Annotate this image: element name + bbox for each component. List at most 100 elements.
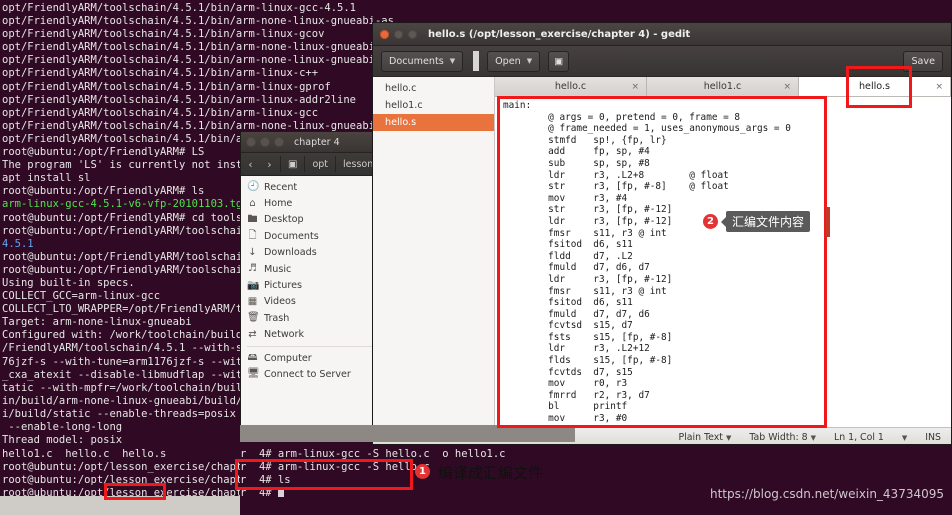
close-icon[interactable]: [380, 29, 389, 39]
insert-mode-label: INS: [925, 432, 941, 443]
gedit-titlebar: hello.s (/opt/lesson_exercise/chapter 4)…: [373, 23, 951, 46]
annotation-box-hello-s-file: [104, 483, 166, 500]
place-item-documents[interactable]: 🗋 Documents: [241, 228, 380, 244]
chevron-down-icon: ▼: [526, 57, 533, 65]
minimize-icon[interactable]: [394, 29, 403, 39]
document-item-hello-s[interactable]: hello.s: [373, 114, 494, 131]
document-item-hello-c[interactable]: hello.c: [373, 80, 494, 97]
tab-hello-c[interactable]: hello.c ×: [495, 77, 647, 96]
open-button[interactable]: Open ▼: [487, 50, 541, 72]
documents-button-label: Documents: [389, 55, 444, 67]
annotation-box-tab-hello-s: [846, 66, 912, 108]
language-selector[interactable]: Plain Text ▼: [678, 432, 731, 443]
place-item-label: Videos: [264, 296, 296, 308]
cursor-position-label: Ln 1, Col 1: [833, 432, 884, 443]
place-item-desktop[interactable]: 🖿 Desktop: [241, 212, 380, 228]
open-button-label: Open: [495, 55, 521, 67]
back-icon[interactable]: ‹: [241, 158, 260, 171]
save-button-label: Save: [911, 56, 935, 67]
annotation-badge-2: 2: [703, 214, 718, 229]
place-item-music[interactable]: ♬ Music: [241, 261, 380, 277]
place-item-label: Home: [264, 198, 293, 210]
terminal-line: opt/FriendlyARM/toolschain/4.5.1/bin/arm…: [2, 2, 357, 14]
place-item-label: Computer: [264, 352, 312, 364]
place-item-label: Connect to Server: [264, 368, 351, 380]
videos-icon: ▦: [247, 295, 258, 307]
annotation-bar-callout: [826, 207, 830, 237]
window-title: hello.s (/opt/lesson_exercise/chapter 4)…: [428, 28, 691, 40]
desktop-icon: 🖿: [247, 213, 258, 225]
terminal-line: hello1.c hello.c hello.s: [2, 448, 167, 460]
location-entry-icon[interactable]: ▣: [282, 159, 303, 170]
insert-mode: INS: [925, 432, 941, 443]
place-item-network[interactable]: ⇄ Network: [241, 327, 380, 343]
place-item-computer[interactable]: 🖴 Computer: [241, 350, 380, 366]
place-item-label: Music: [264, 263, 292, 275]
terminal-line: root@ubuntu:/opt/lesson_exercise/chapter: [2, 461, 240, 474]
new-document-icon[interactable]: ▣: [548, 50, 570, 72]
place-item-home[interactable]: ⌂ Home: [241, 195, 380, 211]
language-label: Plain Text: [678, 432, 723, 443]
breadcrumb-opt[interactable]: opt: [306, 159, 334, 170]
close-icon[interactable]: [246, 137, 256, 147]
file-dialog-title: chapter 4: [294, 136, 340, 148]
close-icon[interactable]: ×: [631, 82, 639, 92]
pictures-icon: 📷: [247, 279, 260, 291]
position-dropdown[interactable]: ▼: [902, 434, 907, 442]
toolbar-divider: [280, 156, 281, 172]
network-icon: ⇄: [248, 328, 257, 340]
tab-width-label: Tab Width: 8: [749, 432, 808, 443]
file-chooser-dialog[interactable]: chapter 4 ‹ › ▣ opt lesson 🕘 Recent ⌂ Home 🖿…: [240, 131, 382, 431]
annotation-box-command: [235, 459, 413, 490]
close-icon[interactable]: ×: [783, 82, 791, 92]
chevron-down-icon: ▼: [810, 433, 816, 442]
recent-icon: 🕘: [247, 181, 260, 193]
place-item-label: Network: [264, 329, 305, 341]
place-item-recent[interactable]: 🕘 Recent: [241, 179, 380, 195]
file-dialog-titlebar: chapter 4: [241, 132, 381, 153]
document-item-hello1-c[interactable]: hello1.c: [373, 97, 494, 114]
place-item-downloads[interactable]: ↓ Downloads: [241, 245, 380, 261]
maximize-icon[interactable]: [274, 137, 284, 147]
tab-label: hello.c: [554, 81, 587, 92]
places-divider: [247, 345, 374, 347]
documents-side-panel[interactable]: hello.c hello1.c hello.s: [373, 77, 495, 427]
close-icon[interactable]: ×: [935, 82, 943, 92]
place-item-label: Trash: [264, 312, 290, 324]
downloads-icon: ↓: [248, 246, 257, 258]
place-item-connect-to-server[interactable]: 🖥 Connect to Server: [241, 366, 380, 382]
annotation-label-1: 编译成汇编文件: [438, 464, 544, 482]
computer-icon: 🖴: [247, 352, 258, 364]
tab-hello1-c[interactable]: hello1.c ×: [647, 77, 799, 96]
terminal-file-hello-s: hello.s: [122, 448, 167, 460]
forward-icon[interactable]: ›: [260, 158, 279, 171]
panel-splitter-handle[interactable]: [473, 51, 480, 71]
place-item-label: Downloads: [264, 247, 317, 259]
file-dialog-toolbar: ‹ › ▣ opt lesson: [241, 153, 381, 176]
documents-button[interactable]: Documents ▼: [381, 50, 464, 72]
chevron-down-icon: ▼: [901, 433, 908, 442]
documents-icon: 🗋: [248, 230, 257, 242]
tab-label: hello1.c: [703, 81, 742, 92]
cursor-position: Ln 1, Col 1: [834, 432, 884, 443]
watermark: https://blog.csdn.net/weixin_43734095: [709, 487, 944, 501]
places-sidebar[interactable]: 🕘 Recent ⌂ Home 🖿 Desktop 🗋 Documents ↓ Downloads…: [241, 176, 381, 430]
place-item-videos[interactable]: ▦ Videos: [241, 294, 380, 310]
place-item-label: Desktop: [264, 214, 304, 226]
minimize-icon[interactable]: [260, 137, 270, 147]
place-item-label: Pictures: [264, 280, 302, 292]
connect-server-icon: 🖥: [247, 368, 260, 380]
place-item-label: Documents: [264, 230, 319, 242]
annotation-callout-2: 汇编文件内容: [720, 211, 811, 232]
maximize-icon[interactable]: [408, 29, 417, 39]
annotation-box-editor: [497, 96, 827, 428]
place-item-pictures[interactable]: 📷 Pictures: [241, 277, 380, 293]
music-icon: ♬: [248, 263, 257, 275]
trash-icon: 🗑: [247, 312, 260, 324]
place-item-label: Recent: [264, 181, 298, 193]
tab-width-selector[interactable]: Tab Width: 8 ▼: [749, 432, 816, 443]
chevron-down-icon: ▼: [725, 433, 732, 442]
place-item-trash[interactable]: 🗑 Trash: [241, 310, 380, 326]
annotation-badge-1: 1: [415, 464, 430, 479]
home-icon: ⌂: [249, 197, 256, 209]
